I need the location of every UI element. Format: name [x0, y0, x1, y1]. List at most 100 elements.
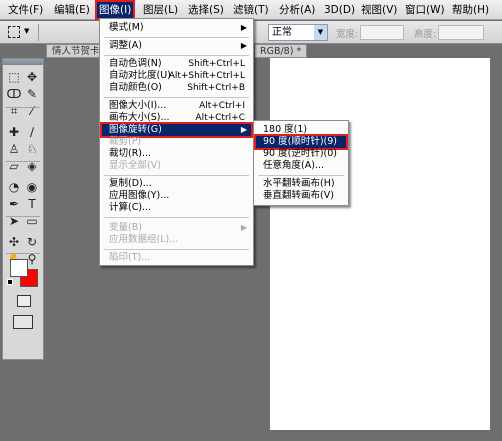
foreground-color-swatch[interactable] — [10, 259, 28, 277]
menu-item-auto-tone[interactable]: 自动色调(N) Shift+Ctrl+L — [102, 58, 251, 70]
document-tab-title: 情人节贺卡 — [52, 46, 100, 57]
menu-help[interactable]: 帮助(H) — [452, 2, 489, 18]
document-tab-suffix: RGB/8) * — [260, 46, 302, 57]
menu-item-flip-vertical[interactable]: 垂直翻转画布(V) — [256, 190, 346, 202]
width-field[interactable] — [360, 25, 404, 40]
menu-analysis[interactable]: 分析(A) — [279, 2, 315, 18]
menu-item-reveal-all[interactable]: 显示全部(V) — [102, 160, 251, 172]
menu-view[interactable]: 视图(V) — [361, 2, 397, 18]
lasso-icon[interactable]: ↀ — [6, 86, 22, 102]
healing-brush-icon[interactable]: ✚ — [6, 124, 22, 140]
menu-item-crop[interactable]: 裁剪(P) — [102, 136, 251, 148]
dodge-icon[interactable]: ◉ — [24, 179, 40, 195]
menu-separator — [104, 249, 249, 250]
menu-item-shortcut: Alt+Ctrl+C — [195, 113, 245, 123]
menu-file[interactable]: 文件(F) — [8, 2, 43, 18]
menu-bar: 文件(F) 编辑(E) 图像(I) 图层(L) 选择(S) 滤镜(T) 分析(A… — [0, 0, 502, 20]
watermark-brand-en: PConline — [308, 376, 415, 400]
menu-select[interactable]: 选择(S) — [188, 2, 224, 18]
marquee-icon[interactable]: ⬚ — [6, 69, 22, 85]
options-divider — [38, 24, 39, 41]
menu-item-label: 复制(D)... — [109, 178, 152, 189]
image-rotation-submenu: 180 度(1) 90 度(顺时针)(9) 90 度(逆时针)(0) 任意角度(… — [253, 120, 349, 206]
menu-item-label: 调整(A) — [109, 40, 142, 51]
quick-select-icon[interactable]: ✎ — [24, 86, 40, 102]
3d-orbit-icon[interactable]: ↻ — [24, 234, 40, 250]
brush-icon[interactable]: ∕ — [24, 124, 40, 140]
menu-separator — [104, 97, 249, 98]
menu-item-calculations[interactable]: 计算(C)... — [102, 202, 251, 214]
submenu-arrow-icon: ▶ — [240, 125, 247, 134]
clone-stamp-icon[interactable]: ♙ — [6, 141, 22, 157]
pen-icon[interactable]: ✒ — [6, 196, 22, 212]
menu-item-label: 自动对比度(U) — [109, 70, 171, 81]
menu-item-trap[interactable]: 陷印(T)... — [102, 252, 251, 264]
chevron-down-icon[interactable]: ▼ — [314, 25, 327, 40]
menu-separator — [104, 37, 249, 38]
tools-divider — [6, 216, 40, 217]
menu-separator — [104, 55, 249, 56]
style-mode-select[interactable]: 正常 ▼ — [268, 24, 328, 41]
menu-separator — [258, 175, 344, 176]
menu-item-adjustments[interactable]: 调整(A) ▶ — [102, 40, 251, 52]
menu-item-rotate-90-ccw[interactable]: 90 度(逆时针)(0) — [256, 148, 346, 160]
menu-item-shortcut: Shift+Ctrl+L — [188, 59, 245, 69]
tools-divider — [6, 161, 40, 162]
tools-panel-header[interactable] — [3, 59, 43, 65]
default-colors-icon[interactable] — [7, 279, 13, 285]
menu-item-label: 模式(M) — [109, 22, 144, 33]
document-canvas[interactable] — [270, 58, 490, 430]
menu-item-apply-image[interactable]: 应用图像(Y)... — [102, 190, 251, 202]
menu-layer[interactable]: 图层(L) — [143, 2, 178, 18]
menu-item-label: 陷印(T)... — [109, 252, 151, 263]
menu-item-label: 图像大小(I)... — [109, 100, 167, 111]
menu-separator — [104, 217, 249, 218]
type-icon[interactable]: T — [24, 196, 40, 212]
crop-icon[interactable]: ⌗ — [6, 103, 22, 119]
menu-item-rotate-90-cw[interactable]: 90 度(顺时针)(9) — [254, 134, 348, 150]
menu-3d[interactable]: 3D(D) — [324, 2, 355, 18]
move-icon[interactable]: ✥ — [24, 69, 40, 85]
3d-rotate-icon[interactable]: ✣ — [6, 234, 22, 250]
width-label: 宽度: — [336, 29, 359, 40]
menu-item-duplicate[interactable]: 复制(D)... — [102, 178, 251, 190]
menu-item-auto-color[interactable]: 自动颜色(O) Shift+Ctrl+B — [102, 82, 251, 94]
eyedropper-icon[interactable]: ⁄ — [24, 103, 40, 119]
menu-item-label: 计算(C)... — [109, 202, 152, 213]
history-brush-icon[interactable]: ♘ — [24, 141, 40, 157]
menu-item-mode[interactable]: 模式(M) ▶ — [102, 22, 251, 34]
menu-item-rotate-arbitrary[interactable]: 任意角度(A)... — [256, 160, 346, 172]
menu-item-auto-contrast[interactable]: 自动对比度(U) Alt+Shift+Ctrl+L — [102, 70, 251, 82]
menu-item-rotate-180[interactable]: 180 度(1) — [256, 124, 346, 136]
menu-window[interactable]: 窗口(W) — [405, 2, 445, 18]
menu-item-image-size[interactable]: 图像大小(I)... Alt+Ctrl+I — [102, 100, 251, 112]
menu-item-label: 垂直翻转画布(V) — [263, 190, 334, 201]
menu-item-canvas-size[interactable]: 画布大小(S)... Alt+Ctrl+C — [102, 112, 251, 124]
menu-item-apply-data-set[interactable]: 应用数据组(L)... — [102, 234, 251, 246]
height-label: 高度: — [414, 29, 437, 40]
menu-item-label: 显示全部(V) — [109, 160, 161, 171]
menu-item-variables[interactable]: 变量(B) ▶ — [102, 222, 251, 234]
menu-item-trim[interactable]: 裁切(R)... — [102, 148, 251, 160]
tools-panel: ⬚✥ↀ✎⌗⁄✚∕♙♘▱◈◔◉✒T➤▭✣↻✋⚲ — [2, 58, 44, 360]
document-tab-mode[interactable]: RGB/8) * — [255, 44, 308, 58]
menu-item-image-rotation[interactable]: 图像旋转(G) ▶ — [100, 122, 253, 138]
menu-filter[interactable]: 滤镜(T) — [233, 2, 269, 18]
screen-mode-icon[interactable] — [13, 315, 33, 329]
menu-item-label: 自动色调(N) — [109, 58, 162, 69]
chevron-down-icon[interactable]: ▼ — [24, 27, 29, 35]
submenu-arrow-icon: ▶ — [240, 23, 247, 32]
menu-edit[interactable]: 编辑(E) — [54, 2, 90, 18]
marquee-preset-icon[interactable] — [8, 26, 20, 38]
height-field[interactable] — [438, 25, 484, 40]
blur-icon[interactable]: ◔ — [6, 179, 22, 195]
menu-item-label: 裁切(R)... — [109, 148, 152, 159]
submenu-arrow-icon: ▶ — [240, 41, 247, 50]
quick-mask-icon[interactable] — [17, 295, 31, 307]
menu-item-label: 水平翻转画布(H) — [263, 178, 335, 189]
menu-item-flip-horizontal[interactable]: 水平翻转画布(H) — [256, 178, 346, 190]
document-tab[interactable]: 情人节贺卡 — [46, 44, 106, 58]
menu-image[interactable]: 图像(I) — [94, 0, 136, 20]
tools-divider — [6, 253, 40, 254]
menu-separator — [104, 175, 249, 176]
